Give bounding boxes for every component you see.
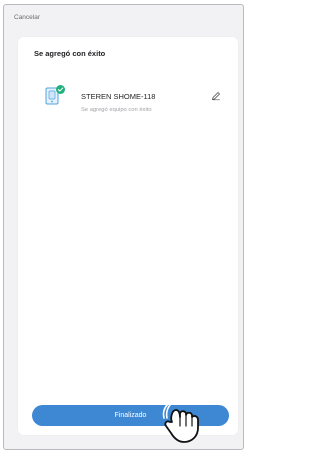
card-title: Se agregó con éxito	[34, 49, 106, 58]
success-card: Se agregó con éxito STEREN SHOME-118 Se …	[18, 37, 238, 435]
pencil-icon[interactable]	[211, 91, 221, 101]
app-screen: Cancelar Se agregó con éxito STEREN SHOM…	[3, 4, 244, 450]
device-name: STEREN SHOME-118	[81, 92, 156, 101]
finish-button-label: Finalizado	[114, 412, 147, 419]
cancel-button[interactable]: Cancelar	[14, 14, 40, 21]
check-icon	[56, 85, 65, 94]
hand-pointer-icon	[162, 400, 199, 443]
device-status: Se agregó equipo con éxito	[81, 107, 152, 113]
